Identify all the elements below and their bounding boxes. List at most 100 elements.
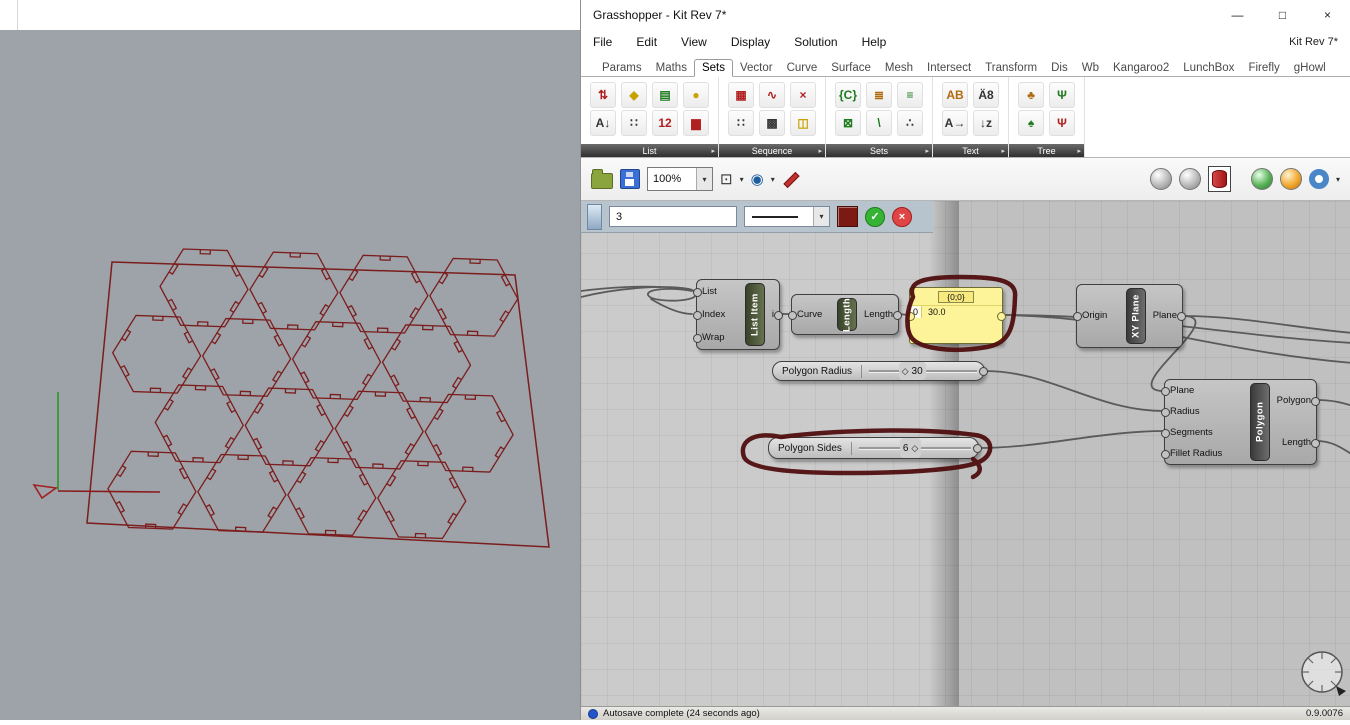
tree-branch-icon[interactable]: ♣ xyxy=(1018,82,1044,108)
preview-off-button[interactable] xyxy=(1149,168,1172,190)
preview-quality-button[interactable] xyxy=(1250,168,1273,190)
set-union-icon[interactable]: ≡ xyxy=(897,82,923,108)
sketch-accept-button[interactable]: ✓ xyxy=(865,206,885,227)
set-slash-icon[interactable]: \ xyxy=(866,110,892,136)
shift-list-icon[interactable]: 12 xyxy=(652,110,678,136)
polygon-sides-slider[interactable]: Polygon Sides 6 ◇ xyxy=(768,437,982,459)
rhino-viewport[interactable] xyxy=(0,30,580,720)
slider-track[interactable]: ◇ 30 xyxy=(862,362,984,380)
menu-edit[interactable]: Edit xyxy=(624,35,669,49)
tab-dis[interactable]: Dis xyxy=(1044,60,1075,76)
tab-sets[interactable]: Sets xyxy=(693,59,733,77)
tab-curve[interactable]: Curve xyxy=(780,60,825,76)
canvas-compass[interactable] xyxy=(1300,650,1348,698)
menu-display[interactable]: Display xyxy=(719,35,782,49)
input-port-fillet-radius[interactable]: Fillet Radius xyxy=(1161,449,1248,459)
preview-mesh-caret[interactable]: ▾ xyxy=(1336,175,1340,184)
tree-path-icon[interactable]: ♠ xyxy=(1018,110,1044,136)
zoom-extents-caret[interactable]: ▾ xyxy=(740,175,744,184)
preview-mesh-button[interactable] xyxy=(1308,169,1329,189)
text-case-icon[interactable]: Ä8 xyxy=(973,82,999,108)
exclude-set-icon[interactable]: ⊠ xyxy=(835,110,861,136)
jars-icon[interactable]: ≣ xyxy=(866,82,892,108)
tab-maths[interactable]: Maths xyxy=(649,60,694,76)
tab-ghowl[interactable]: gHowl xyxy=(1287,60,1333,76)
ribbon-group-label-sequence[interactable]: Sequence ▸ xyxy=(719,144,825,157)
zoom-select[interactable]: 100% ▾ xyxy=(647,167,713,191)
output-port-length[interactable]: Length xyxy=(859,310,903,320)
slider-grip[interactable]: 6 ◇ xyxy=(899,438,922,458)
preview-material-button[interactable] xyxy=(1279,168,1302,190)
zoom-extents-button[interactable]: ⊡ xyxy=(720,170,733,188)
output-port-plane[interactable]: Plane xyxy=(1148,311,1187,321)
list-item-icon[interactable]: ◆ xyxy=(621,82,647,108)
tab-transform[interactable]: Transform xyxy=(978,60,1044,76)
range-icon[interactable]: ▦ xyxy=(728,82,754,108)
sketch-tool-button[interactable] xyxy=(782,170,800,188)
text-concat-icon[interactable]: AB xyxy=(942,82,968,108)
component-name-capsule[interactable]: Length xyxy=(836,297,857,332)
polygon-radius-slider[interactable]: Polygon Radius ◇ 30 xyxy=(772,361,988,381)
open-file-button[interactable] xyxy=(591,169,613,189)
partition-list-icon[interactable]: ∷ xyxy=(621,110,647,136)
xy-plane-component[interactable]: Origin XY Plane Plane xyxy=(1073,284,1187,348)
ribbon-group-label-sets[interactable]: Sets ▸ xyxy=(826,144,932,157)
line-style-caret[interactable]: ▾ xyxy=(813,207,829,226)
group-expand-arrow[interactable]: ▸ xyxy=(1077,147,1081,155)
output-port-polygon[interactable]: Polygon xyxy=(1272,396,1321,406)
flatten-tree-icon[interactable]: Ψ xyxy=(1049,110,1075,136)
input-port-origin[interactable]: Origin xyxy=(1073,311,1124,321)
tab-params[interactable]: Params xyxy=(595,60,649,76)
component-name-capsule[interactable]: List Item xyxy=(744,283,765,346)
minimize-button[interactable]: — xyxy=(1215,8,1260,22)
menu-solution[interactable]: Solution xyxy=(782,35,849,49)
save-file-button[interactable] xyxy=(620,169,640,189)
tab-firefly[interactable]: Firefly xyxy=(1241,60,1286,76)
tab-surface[interactable]: Surface xyxy=(824,60,878,76)
ribbon-group-label-list[interactable]: List ▸ xyxy=(581,144,718,157)
list-item-component[interactable]: List Index Wrap List Item i xyxy=(693,279,784,350)
tab-wb[interactable]: Wb xyxy=(1075,60,1106,76)
preview-wireframe-button[interactable] xyxy=(1178,168,1201,190)
text-sequence-icon[interactable]: A→ xyxy=(942,110,968,136)
group-expand-arrow[interactable]: ▸ xyxy=(818,147,822,155)
output-port-i[interactable]: i xyxy=(767,310,784,320)
group-expand-arrow[interactable]: ▸ xyxy=(925,147,929,155)
menu-help[interactable]: Help xyxy=(850,35,899,49)
ribbon-group-label-tree[interactable]: Tree ▸ xyxy=(1009,144,1084,157)
ribbon-group-label-text[interactable]: Text ▸ xyxy=(933,144,1008,157)
input-port-wrap[interactable]: Wrap xyxy=(693,333,743,343)
component-name-capsule[interactable]: Polygon xyxy=(1249,383,1270,461)
input-port-radius[interactable]: Radius xyxy=(1161,407,1248,417)
sketch-color-swatch[interactable] xyxy=(837,206,858,227)
duplicate-data-icon[interactable]: ◫ xyxy=(790,110,816,136)
cull-pattern-icon[interactable]: × xyxy=(790,82,816,108)
slider-track[interactable]: 6 ◇ xyxy=(852,438,978,458)
item-index-icon[interactable]: ● xyxy=(683,82,709,108)
preview-shaded-button-selected[interactable] xyxy=(1207,166,1231,192)
reverse-list-icon[interactable]: ▤ xyxy=(652,82,678,108)
tab-kangaroo2[interactable]: Kangaroo2 xyxy=(1106,60,1176,76)
sketch-cancel-button[interactable]: × xyxy=(892,206,912,227)
sort-list-icon[interactable]: A↓ xyxy=(590,110,616,136)
component-name-capsule[interactable]: XY Plane xyxy=(1125,288,1146,344)
input-port-index[interactable]: Index xyxy=(693,310,743,320)
maximize-button[interactable]: □ xyxy=(1260,8,1305,22)
data-panel[interactable]: {0;0} 0 30.0 xyxy=(906,287,1006,344)
polygon-component[interactable]: Plane Radius Segments Fillet Radius Poly… xyxy=(1161,379,1321,465)
zoom-caret[interactable]: ▾ xyxy=(696,168,712,190)
slider-grip[interactable]: ◇ 30 xyxy=(898,362,926,380)
series-icon[interactable]: ∷ xyxy=(728,110,754,136)
sketch-size-input[interactable]: 3 xyxy=(609,206,737,227)
output-port-length[interactable]: Length xyxy=(1272,438,1321,448)
input-port-plane[interactable]: Plane xyxy=(1161,386,1248,396)
insert-items-icon[interactable]: ⇅ xyxy=(590,82,616,108)
create-set-icon[interactable]: {C} xyxy=(835,82,861,108)
preview-caret[interactable]: ▾ xyxy=(771,175,775,184)
graft-tree-icon[interactable]: Ψ xyxy=(1049,82,1075,108)
menu-view[interactable]: View xyxy=(669,35,719,49)
random-icon[interactable]: ∿ xyxy=(759,82,785,108)
tab-intersect[interactable]: Intersect xyxy=(920,60,978,76)
set-dots-icon[interactable]: ∴ xyxy=(897,110,923,136)
group-expand-arrow[interactable]: ▸ xyxy=(711,147,715,155)
